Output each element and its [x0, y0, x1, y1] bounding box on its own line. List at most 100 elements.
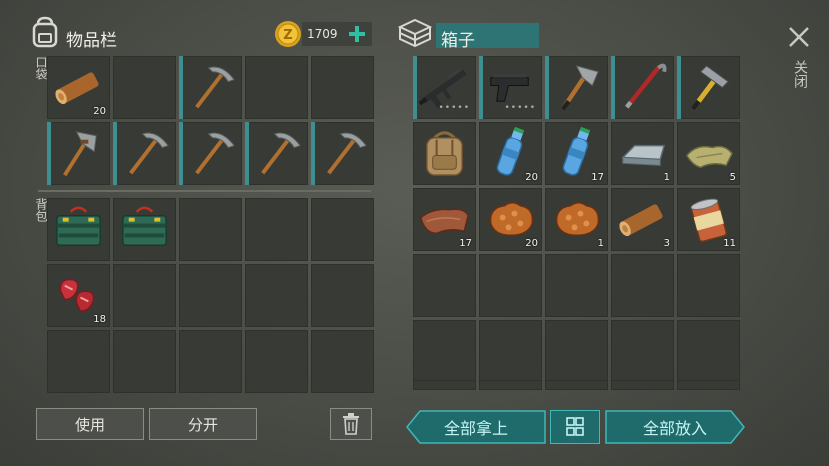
svg-text:Z: Z: [283, 28, 292, 43]
inventory-slot[interactable]: [47, 198, 110, 261]
take-all-label: 全部拿上: [443, 419, 508, 438]
inventory-slot[interactable]: [245, 330, 308, 393]
inventory-slot[interactable]: [113, 56, 176, 119]
inventory-slot[interactable]: [311, 264, 374, 327]
inventory-slot[interactable]: [677, 380, 740, 390]
inventory-slot[interactable]: [479, 380, 542, 390]
inventory-slot[interactable]: 17: [545, 122, 608, 185]
trash-icon: [343, 413, 359, 435]
inventory-slot[interactable]: 20: [479, 122, 542, 185]
inventory-slot[interactable]: [179, 122, 242, 185]
inventory-slot[interactable]: 1: [545, 188, 608, 251]
inventory-slot[interactable]: [413, 254, 476, 317]
grid-sort-icon: [566, 417, 584, 436]
close-icon: [789, 27, 809, 47]
inventory-slot[interactable]: [179, 56, 242, 119]
inventory-slot[interactable]: [311, 122, 374, 185]
put-all-button[interactable]: 全部放入: [605, 410, 745, 444]
inventory-slot[interactable]: [179, 330, 242, 393]
inventory-slot[interactable]: 5: [677, 122, 740, 185]
pickaxe-icon: [179, 122, 242, 185]
put-all-label: 全部放入: [642, 419, 707, 438]
pocket-grid: 20: [47, 56, 374, 185]
item-count: 1: [597, 238, 604, 249]
inventory-slot[interactable]: [311, 198, 374, 261]
inventory-slot[interactable]: [113, 198, 176, 261]
inventory-slot[interactable]: [413, 122, 476, 185]
use-button[interactable]: 使用: [36, 408, 144, 440]
inventory-slot[interactable]: [545, 380, 608, 390]
item-count: 1: [663, 172, 670, 183]
box-header-icon: [397, 18, 433, 48]
box-grid: ••••• ••••• 20 17 1 5 17 20 1 3 11: [413, 56, 740, 383]
inventory-slot[interactable]: [611, 380, 674, 390]
inventory-slot[interactable]: [245, 122, 308, 185]
inventory-slot[interactable]: [611, 56, 674, 119]
inventory-slot[interactable]: [413, 320, 476, 383]
add-coins-button[interactable]: [346, 22, 368, 46]
box-grid-overflow: [413, 380, 740, 390]
inventory-slot[interactable]: [611, 320, 674, 383]
item-count: 17: [591, 172, 604, 183]
backpack-icon: [413, 122, 476, 185]
plus-icon: [349, 26, 365, 42]
inventory-slot[interactable]: [113, 330, 176, 393]
close-label: 关闭: [792, 60, 808, 88]
green-case-icon: [47, 198, 110, 261]
inventory-slot[interactable]: [113, 122, 176, 185]
inventory-slot[interactable]: 11: [677, 188, 740, 251]
pickaxe-icon: [311, 122, 374, 185]
durability-dots: •••••: [438, 103, 470, 113]
inventory-slot[interactable]: [47, 122, 110, 185]
sort-button[interactable]: [550, 410, 600, 444]
inventory-slot[interactable]: [677, 254, 740, 317]
close-button[interactable]: 关闭: [784, 22, 814, 98]
item-count: 17: [459, 238, 472, 249]
inventory-slot[interactable]: [179, 198, 242, 261]
inventory-slot[interactable]: 20: [479, 188, 542, 251]
inventory-slot[interactable]: [611, 254, 674, 317]
inventory-slot[interactable]: [677, 56, 740, 119]
coin-icon: Z: [274, 20, 302, 48]
item-count: 20: [525, 172, 538, 183]
inventory-slot[interactable]: [245, 56, 308, 119]
inventory-slot[interactable]: 3: [611, 188, 674, 251]
axe-icon: [545, 56, 608, 119]
inventory-slot[interactable]: [311, 56, 374, 119]
section-divider: [38, 190, 371, 192]
inventory-slot[interactable]: [677, 320, 740, 383]
pickaxe-icon: [179, 56, 242, 119]
inventory-slot[interactable]: [179, 264, 242, 327]
inventory-slot[interactable]: [245, 198, 308, 261]
inventory-slot[interactable]: 1: [611, 122, 674, 185]
stone-hatchet-icon: [47, 122, 110, 185]
inventory-title: 物品栏: [66, 31, 117, 51]
inventory-slot[interactable]: 20: [47, 56, 110, 119]
item-count: 3: [663, 238, 670, 249]
inventory-slot[interactable]: [245, 264, 308, 327]
inventory-slot[interactable]: [545, 254, 608, 317]
inventory-slot[interactable]: •••••: [413, 56, 476, 119]
inventory-slot[interactable]: [413, 380, 476, 390]
take-all-button[interactable]: 全部拿上: [406, 410, 546, 444]
hammer-icon: [677, 56, 740, 119]
inventory-slot[interactable]: [311, 330, 374, 393]
inventory-slot[interactable]: [479, 254, 542, 317]
durability-dots: •••••: [504, 103, 536, 113]
item-count: 11: [723, 238, 736, 249]
inventory-slot[interactable]: [113, 264, 176, 327]
coin-count: 1709: [307, 27, 338, 41]
item-count: 18: [93, 314, 106, 325]
trash-button[interactable]: [330, 408, 372, 440]
split-button[interactable]: 分开: [149, 408, 257, 440]
inventory-slot[interactable]: 17: [413, 188, 476, 251]
inventory-slot[interactable]: [47, 330, 110, 393]
inventory-slot[interactable]: [479, 320, 542, 383]
inventory-slot[interactable]: •••••: [479, 56, 542, 119]
inventory-slot[interactable]: [545, 56, 608, 119]
pickaxe-icon: [113, 122, 176, 185]
inventory-slot[interactable]: [545, 320, 608, 383]
crowbar-icon: [611, 56, 674, 119]
inventory-slot[interactable]: 18: [47, 264, 110, 327]
pickaxe-icon: [245, 122, 308, 185]
